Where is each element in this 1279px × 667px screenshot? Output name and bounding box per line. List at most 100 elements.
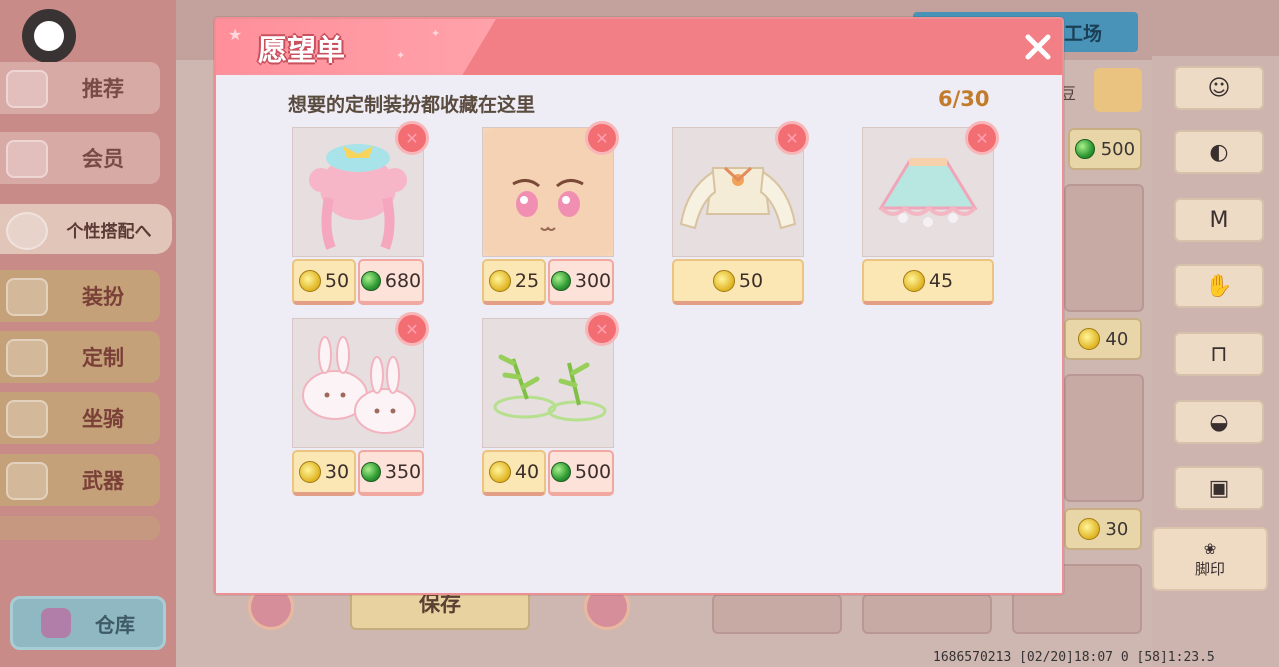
background-item-card[interactable] xyxy=(862,594,992,634)
category-shirt-button[interactable]: M xyxy=(1174,198,1264,242)
background-price: 40 xyxy=(1064,318,1142,360)
sidebar-item-dressup[interactable]: 装扮 xyxy=(0,270,160,322)
remove-button[interactable]: ✕ xyxy=(585,121,619,155)
star-decoration-icon: ✦ xyxy=(431,27,441,40)
gold-price-value: 40 xyxy=(514,461,540,483)
sidebar-item-recommend[interactable]: 推荐 xyxy=(0,62,160,114)
mount-icon xyxy=(6,400,48,438)
sidebar-item-label: 装扮 xyxy=(82,285,124,309)
background-price-value: 30 xyxy=(1105,518,1129,540)
gold-price[interactable]: 45 xyxy=(862,259,994,305)
menu-circle-button[interactable] xyxy=(22,9,76,63)
wishlist-item-bunny-shoes[interactable]: ✕ 30 350 xyxy=(292,312,429,498)
sidebar-item-mount[interactable]: 坐骑 xyxy=(0,392,160,444)
remove-button[interactable]: ✕ xyxy=(395,121,429,155)
remove-button[interactable]: ✕ xyxy=(395,312,429,346)
sidebar-item-partial[interactable] xyxy=(0,516,160,540)
close-icon: ✕ xyxy=(785,128,799,148)
wishlist-item-top[interactable]: ✕ 50 xyxy=(672,121,809,307)
wishlist-item-hair[interactable]: ✕ 50 680 xyxy=(292,121,429,307)
search-button[interactable] xyxy=(1094,68,1142,112)
sidebar: 推荐 会员 个性搭配へ 装扮 定制 坐骑 武器 仓库 xyxy=(0,0,176,667)
background-price: 30 xyxy=(1064,508,1142,550)
gem-icon xyxy=(360,271,381,291)
glove-icon: ✋ xyxy=(1205,273,1233,299)
sidebar-item-label: 个性搭配へ xyxy=(66,221,152,242)
warehouse-label: 仓库 xyxy=(95,612,135,637)
dialog-header: ★ ✦ ✦ 愿望单 xyxy=(216,19,1062,75)
background-price-value: 40 xyxy=(1105,328,1129,350)
wishlist-item-face[interactable]: ✕ 25 300 xyxy=(482,121,619,307)
backpack-icon: ▣ xyxy=(1208,475,1230,501)
sidebar-item-label: 推荐 xyxy=(82,77,124,101)
category-shoes-button[interactable]: ◒ xyxy=(1174,400,1264,444)
sidebar-item-label: 定制 xyxy=(82,346,124,370)
background-item-card[interactable] xyxy=(1064,184,1144,312)
gem-price[interactable]: 350 xyxy=(358,450,424,496)
gem-icon xyxy=(550,271,571,291)
gold-coin-icon xyxy=(712,270,735,292)
chest-icon xyxy=(41,608,71,638)
shirt-icon xyxy=(6,70,48,108)
gold-coin-icon xyxy=(298,461,321,483)
category-mask-button[interactable]: ◐ xyxy=(1174,130,1264,174)
sidebar-item-outfit[interactable]: 个性搭配へ xyxy=(0,204,172,254)
gold-price-value: 30 xyxy=(324,461,350,483)
shirt-icon: M xyxy=(1209,207,1229,233)
sidebar-item-label: 会员 xyxy=(82,147,124,171)
close-button[interactable] xyxy=(1020,29,1056,65)
category-pants-button[interactable]: ⊓ xyxy=(1174,332,1264,376)
gold-price[interactable]: 50 xyxy=(672,259,804,305)
gold-coin-icon xyxy=(488,461,511,483)
workshop-tab-label: 工场 xyxy=(1063,22,1102,45)
pants-icon: ⊓ xyxy=(1210,341,1228,367)
background-item-card[interactable] xyxy=(1064,374,1144,502)
sidebar-item-weapon[interactable]: 武器 xyxy=(0,454,160,506)
category-backpack-button[interactable]: ▣ xyxy=(1174,466,1264,510)
category-glove-button[interactable]: ✋ xyxy=(1174,264,1264,308)
status-bar: 1686570213 [02/20]18:07 0 [58]1:23.5 xyxy=(933,650,1215,665)
gold-price[interactable]: 50 xyxy=(292,259,356,305)
shoes-icon: ◒ xyxy=(1209,409,1229,435)
background-price: 500 xyxy=(1068,128,1142,170)
gem-price[interactable]: 680 xyxy=(358,259,424,305)
sidebar-item-label: 坐骑 xyxy=(82,407,124,431)
remove-button[interactable]: ✕ xyxy=(585,312,619,346)
gem-price-value: 300 xyxy=(574,270,612,292)
background-price-value: 500 xyxy=(1100,138,1136,160)
sidebar-item-member[interactable]: 会员 xyxy=(0,132,160,184)
remove-button[interactable]: ✕ xyxy=(965,121,999,155)
paw-icon: ❀ xyxy=(1203,539,1217,558)
gem-price[interactable]: 300 xyxy=(548,259,614,305)
star-decoration-icon: ✦ xyxy=(396,49,406,62)
gold-price[interactable]: 40 xyxy=(482,450,546,496)
close-icon: ✕ xyxy=(405,319,419,339)
remove-button[interactable]: ✕ xyxy=(775,121,809,155)
category-footprint-button[interactable]: ❀ 脚印 xyxy=(1152,527,1268,591)
gold-price[interactable]: 30 xyxy=(292,450,356,496)
footprint-label: 脚印 xyxy=(1194,559,1225,578)
gem-price[interactable]: 500 xyxy=(548,450,614,496)
background-item-card[interactable] xyxy=(712,594,842,634)
mask-icon: ◐ xyxy=(1209,139,1229,165)
category-face-button[interactable]: ☺ xyxy=(1174,66,1264,110)
close-icon xyxy=(1025,34,1051,60)
gold-coin-icon xyxy=(298,270,321,292)
gun-icon xyxy=(6,462,48,500)
wishlist-item-bamboo-effect[interactable]: ✕ 40 500 xyxy=(482,312,619,498)
wishlist-count: 6/30 xyxy=(938,87,990,111)
wishlist-item-skirt[interactable]: ✕ 45 xyxy=(862,121,999,307)
gem-price-value: 500 xyxy=(574,461,612,483)
star-badge-icon xyxy=(6,212,48,250)
gold-price-value: 50 xyxy=(324,270,350,292)
close-icon: ✕ xyxy=(595,128,609,148)
gold-coin-icon xyxy=(902,270,925,292)
gold-price[interactable]: 25 xyxy=(482,259,546,305)
smile-icon: ☺ xyxy=(1207,75,1231,101)
shirt-icon xyxy=(6,278,48,316)
gem-price-value: 350 xyxy=(384,461,422,483)
gold-coin-icon xyxy=(488,270,511,292)
sidebar-item-label: 武器 xyxy=(82,469,124,493)
sidebar-item-custom[interactable]: 定制 xyxy=(0,331,160,383)
warehouse-button[interactable]: 仓库 xyxy=(10,596,166,650)
